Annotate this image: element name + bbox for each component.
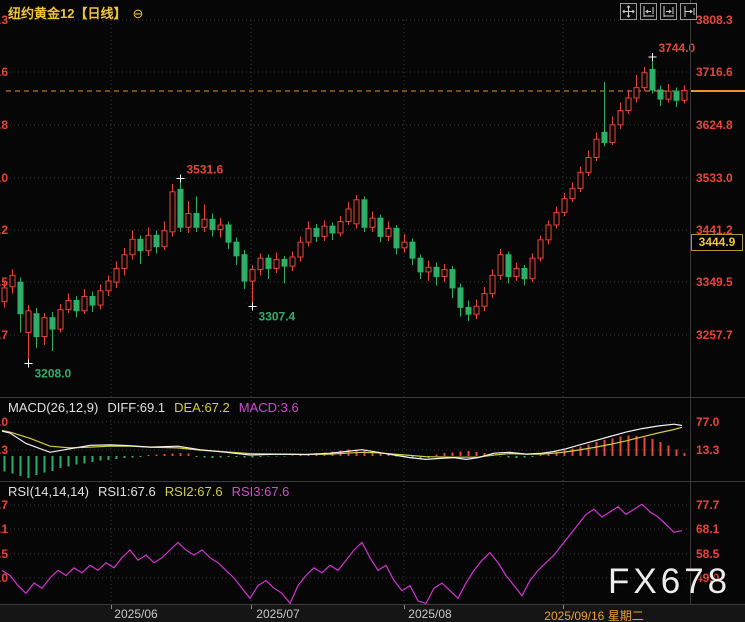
macd-header: MACD(26,12,9) DIFF:69.1 DEA:67.2 MACD:3.6 [8,400,308,415]
current-price-value: 3444.9 [699,235,736,249]
high-price-annotation: 3531.6 [187,162,224,176]
y-axis-label-left: 3257.7 [0,328,8,342]
y-axis-label-left: 77.7 [0,498,8,512]
crosshair-move-icon[interactable] [620,3,637,20]
macd-value: MACD:3.6 [239,400,299,415]
x-axis-label: 2025/06 [114,607,157,621]
high-price-annotation: 3744.0 [659,41,696,55]
x-axis-label: 2025/08 [408,607,451,621]
y-axis-label: 3533.0 [696,171,733,185]
y-axis-label-left: 3441.2 [0,223,8,237]
compress-right-icon[interactable] [660,3,677,20]
y-axis-label: 3257.7 [696,328,733,342]
current-price-box: 3444.9 [691,234,743,251]
macd-dea-value: DEA:67.2 [174,400,230,415]
y-axis-label: 68.1 [696,522,719,536]
y-axis-label: 58.5 [696,547,719,561]
x-axis-tick [404,605,405,609]
y-axis-label: 3349.5 [696,275,733,289]
x-axis-tick [111,605,112,609]
shift-right-icon[interactable] [680,3,697,20]
y-axis-label-left: 3349.5 [0,275,8,289]
x-axis-tick [251,605,252,609]
macd-diff-value: DIFF:69.1 [107,400,165,415]
watermark: FX678 [608,562,731,602]
rsi3-value: RSI3:67.6 [232,484,290,499]
y-axis-label-left: 3533.0 [0,171,8,185]
compress-left-icon[interactable] [640,3,657,20]
y-axis-label: 3624.8 [696,118,733,132]
y-axis-label: 77.0 [696,415,719,429]
chart-title: 纽约黄金12【日线】 [8,6,126,21]
y-axis-label: 3808.3 [696,13,733,27]
y-axis-label-left: 68.1 [0,522,8,536]
low-price-annotation: 3208.0 [35,366,72,380]
y-axis-label-left: 13.3 [0,443,8,457]
macd-label: MACD(26,12,9) [8,400,98,415]
chart-toolbar [620,3,697,20]
collapse-icon[interactable]: ⊖ [132,6,143,21]
rsi1-value: RSI1:67.6 [98,484,156,499]
y-axis-label: 77.7 [696,498,719,512]
rsi2-value: RSI2:67.6 [165,484,223,499]
x-axis-bar: 2025/06 2025/07 2025/08 2025/09/16 星期二 [0,604,745,622]
y-axis-label: 3716.6 [696,65,733,79]
y-axis-label-left: 58.5 [0,547,8,561]
rsi-header: RSI(14,14,14) RSI1:67.6 RSI2:67.6 RSI3:67.6 [8,484,298,499]
y-axis-label-left: 3624.8 [0,118,8,132]
y-axis-label-left: 49.0 [0,571,8,585]
x-axis-label: 2025/07 [256,607,299,621]
current-date-label: 2025/09/16 星期二 [544,607,643,622]
y-axis-label-left: 3716.6 [0,65,8,79]
y-axis-label-left: 3808.3 [0,13,8,27]
low-price-annotation: 3307.4 [259,310,296,324]
y-axis-label: 13.3 [696,443,719,457]
chart-canvas[interactable]: 3744.0 3531.6 3307.4 3208.0 [0,0,745,622]
y-axis-label-left: 77.0 [0,415,8,429]
rsi-label: RSI(14,14,14) [8,484,89,499]
trading-app-window: 3744.0 3531.6 3307.4 3208.0 纽约黄金12【日线】 ⊖ 380… [0,0,745,622]
title-bar: 纽约黄金12【日线】 ⊖ [8,3,143,22]
